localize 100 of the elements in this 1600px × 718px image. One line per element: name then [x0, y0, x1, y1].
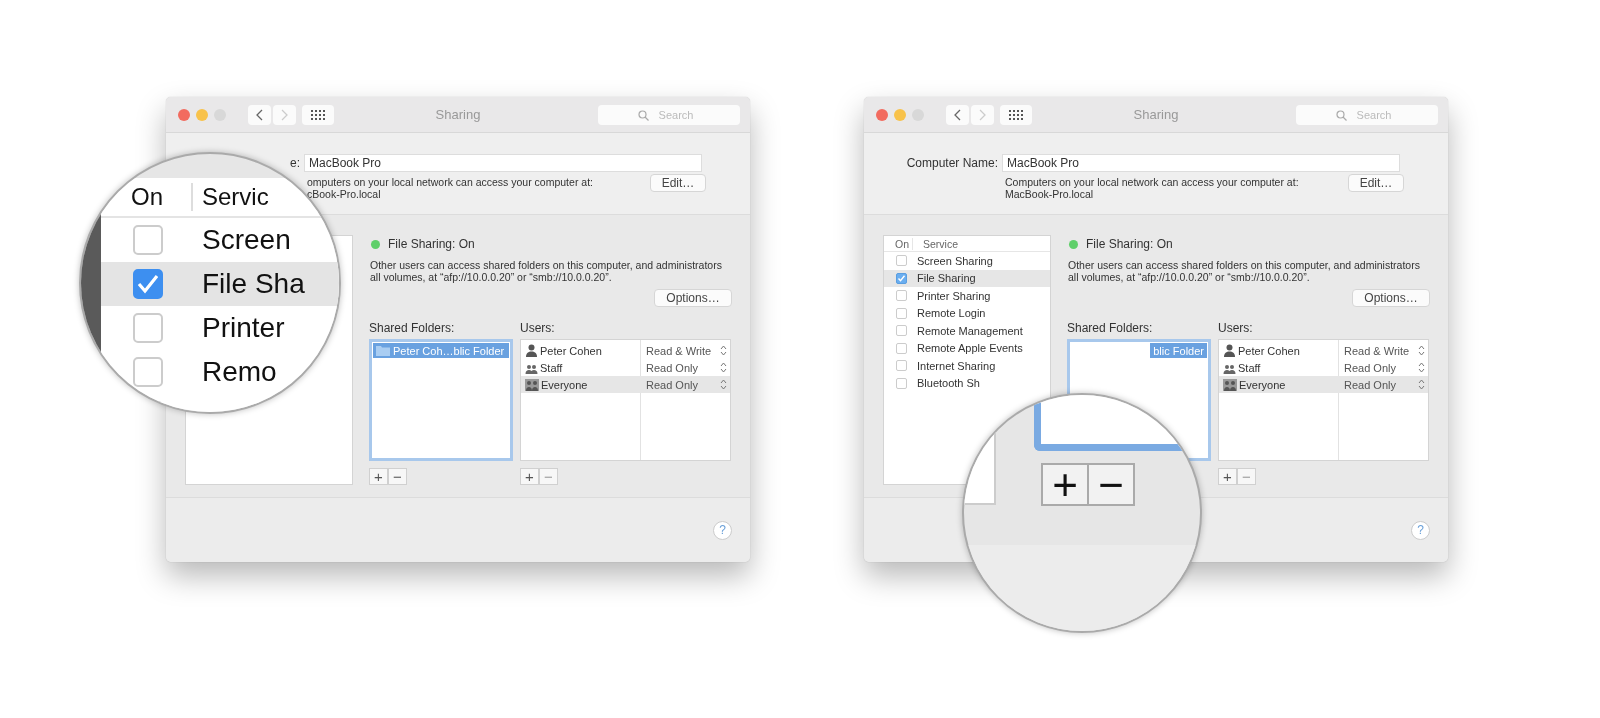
forward-button[interactable] [273, 104, 296, 125]
service-name: Remote Login [917, 307, 986, 320]
service-name: Remo [202, 356, 277, 388]
close-button[interactable] [876, 108, 888, 121]
people-icon [1223, 378, 1237, 391]
add-button[interactable]: + [1218, 468, 1237, 485]
minimize-button[interactable] [196, 108, 208, 121]
remove-button[interactable]: − [1087, 463, 1135, 506]
description-text: Other users can access shared folders on this computer, and administrators all volumes, at “afp://10.0.0.20” or “smb://10.0.0.20”. [369, 260, 723, 283]
field-label: e: [290, 156, 300, 170]
options-button[interactable]: Options… [1352, 289, 1430, 307]
back-button[interactable] [946, 104, 969, 125]
service-row[interactable]: Remote Apple Events [884, 339, 1023, 357]
updown-icon [1418, 345, 1425, 356]
updown-icon [720, 345, 727, 356]
user-name: Staff [540, 361, 563, 374]
add-button[interactable]: + [369, 468, 388, 485]
permission-popup[interactable]: Read Only [641, 361, 730, 374]
people-icon [525, 378, 539, 391]
permission-popup[interactable]: Read & Write [1339, 344, 1428, 357]
service-name: Screen Sharing [917, 254, 993, 267]
service-name: Internet Sharing [917, 359, 996, 372]
show-all-button[interactable] [1000, 104, 1032, 125]
search-field[interactable]: Search [1296, 104, 1438, 125]
network-note: omputers on your local network can access your computer at: [307, 176, 593, 188]
search-icon [1336, 109, 1347, 121]
window-title: Sharing [435, 107, 481, 122]
user-name: Everyone [1239, 378, 1286, 391]
updown-icon [720, 379, 727, 390]
network-note: MacBook-Pro.local [1005, 188, 1095, 200]
user-row[interactable]: Everyone Read Only [521, 376, 730, 393]
user-name: Everyone [541, 378, 588, 391]
back-button[interactable] [248, 104, 271, 125]
chevron-right-icon [281, 108, 288, 121]
add-button[interactable]: + [1041, 463, 1089, 506]
updown-icon [1418, 362, 1425, 373]
chevron-left-icon [954, 108, 961, 121]
window-title: Sharing [1133, 107, 1179, 122]
column-header: On [130, 183, 164, 211]
service-name: Remote Management [917, 324, 1023, 337]
user-name: Peter Cohen [1238, 344, 1300, 357]
list-label: Shared Folders: [369, 321, 455, 335]
service-name: Screen [202, 224, 291, 256]
service-row[interactable]: Bluetooth Sh [884, 374, 980, 392]
service-name: File Sha [202, 268, 305, 300]
service-name: Bluetooth Sh [917, 377, 980, 390]
user-row[interactable]: Peter Cohen Read & Write [521, 342, 730, 359]
service-row[interactable]: File Sha [101, 262, 339, 306]
updown-icon [720, 362, 727, 373]
service-row[interactable]: Remote Management [884, 322, 1023, 340]
search-icon [638, 109, 649, 121]
search-field[interactable]: Search [598, 104, 740, 125]
remove-button[interactable]: − [388, 468, 407, 485]
person-icon [1223, 344, 1236, 357]
service-row[interactable]: Printer Sharing [884, 287, 991, 305]
description-text: Other users can access shared folders on this computer, and administrators all volumes, at “afp://10.0.0.20” or “smb://10.0.0.20”. [1067, 260, 1421, 283]
grid-icon [311, 109, 325, 120]
person-icon [525, 344, 538, 357]
computer-name-field[interactable]: MacBook Pro [1002, 154, 1400, 172]
user-row[interactable]: Everyone Read Only [1219, 376, 1428, 393]
service-row[interactable]: File Sharing [884, 269, 1050, 287]
service-name: File Sharing [917, 272, 976, 285]
service-row[interactable]: Internet Sharing [884, 357, 996, 375]
user-row[interactable]: Staff Read Only [521, 359, 730, 376]
service-row[interactable]: Screen [101, 218, 339, 262]
service-row[interactable]: Printer [101, 306, 339, 350]
folder-icon [376, 345, 390, 356]
list-label: Users: [1218, 321, 1253, 335]
status-label: File Sharing: On [388, 237, 475, 251]
updown-icon [1418, 379, 1425, 390]
list-label: Shared Folders: [1067, 321, 1153, 335]
status-label: File Sharing: On [1086, 237, 1173, 251]
column-header: On [894, 238, 910, 250]
permission-popup[interactable]: Read Only [1339, 378, 1428, 391]
column-header: Service [912, 238, 958, 250]
column-header: Servic [191, 183, 269, 211]
add-button[interactable]: + [520, 468, 539, 485]
service-row[interactable]: Remote Login [884, 304, 986, 322]
edit-button[interactable]: Edit… [1348, 174, 1404, 192]
permission-popup[interactable]: Read & Write [641, 344, 730, 357]
user-row[interactable]: Peter Cohen Read & Write [1219, 342, 1428, 359]
service-row[interactable]: Screen Sharing [884, 252, 993, 270]
forward-button[interactable] [971, 104, 994, 125]
user-name: Peter Cohen [540, 344, 602, 357]
user-name: Staff [1238, 361, 1261, 374]
permission-popup[interactable]: Read Only [641, 378, 730, 391]
network-note: cBook-Pro.local [307, 188, 382, 200]
show-all-button[interactable] [302, 104, 334, 125]
close-button[interactable] [178, 108, 190, 121]
permission-popup[interactable]: Read Only [1339, 361, 1428, 374]
minimize-button[interactable] [894, 108, 906, 121]
service-name: Printer [202, 312, 285, 344]
computer-name-field[interactable]: MacBook Pro [304, 154, 702, 172]
user-row[interactable]: Staff Read Only [1219, 359, 1428, 376]
service-row[interactable]: Remo [101, 350, 339, 394]
chevron-left-icon [256, 108, 263, 121]
edit-button[interactable]: Edit… [650, 174, 706, 192]
options-button[interactable]: Options… [654, 289, 732, 307]
field-label: Computer Name: [906, 156, 998, 170]
chevron-right-icon [979, 108, 986, 121]
